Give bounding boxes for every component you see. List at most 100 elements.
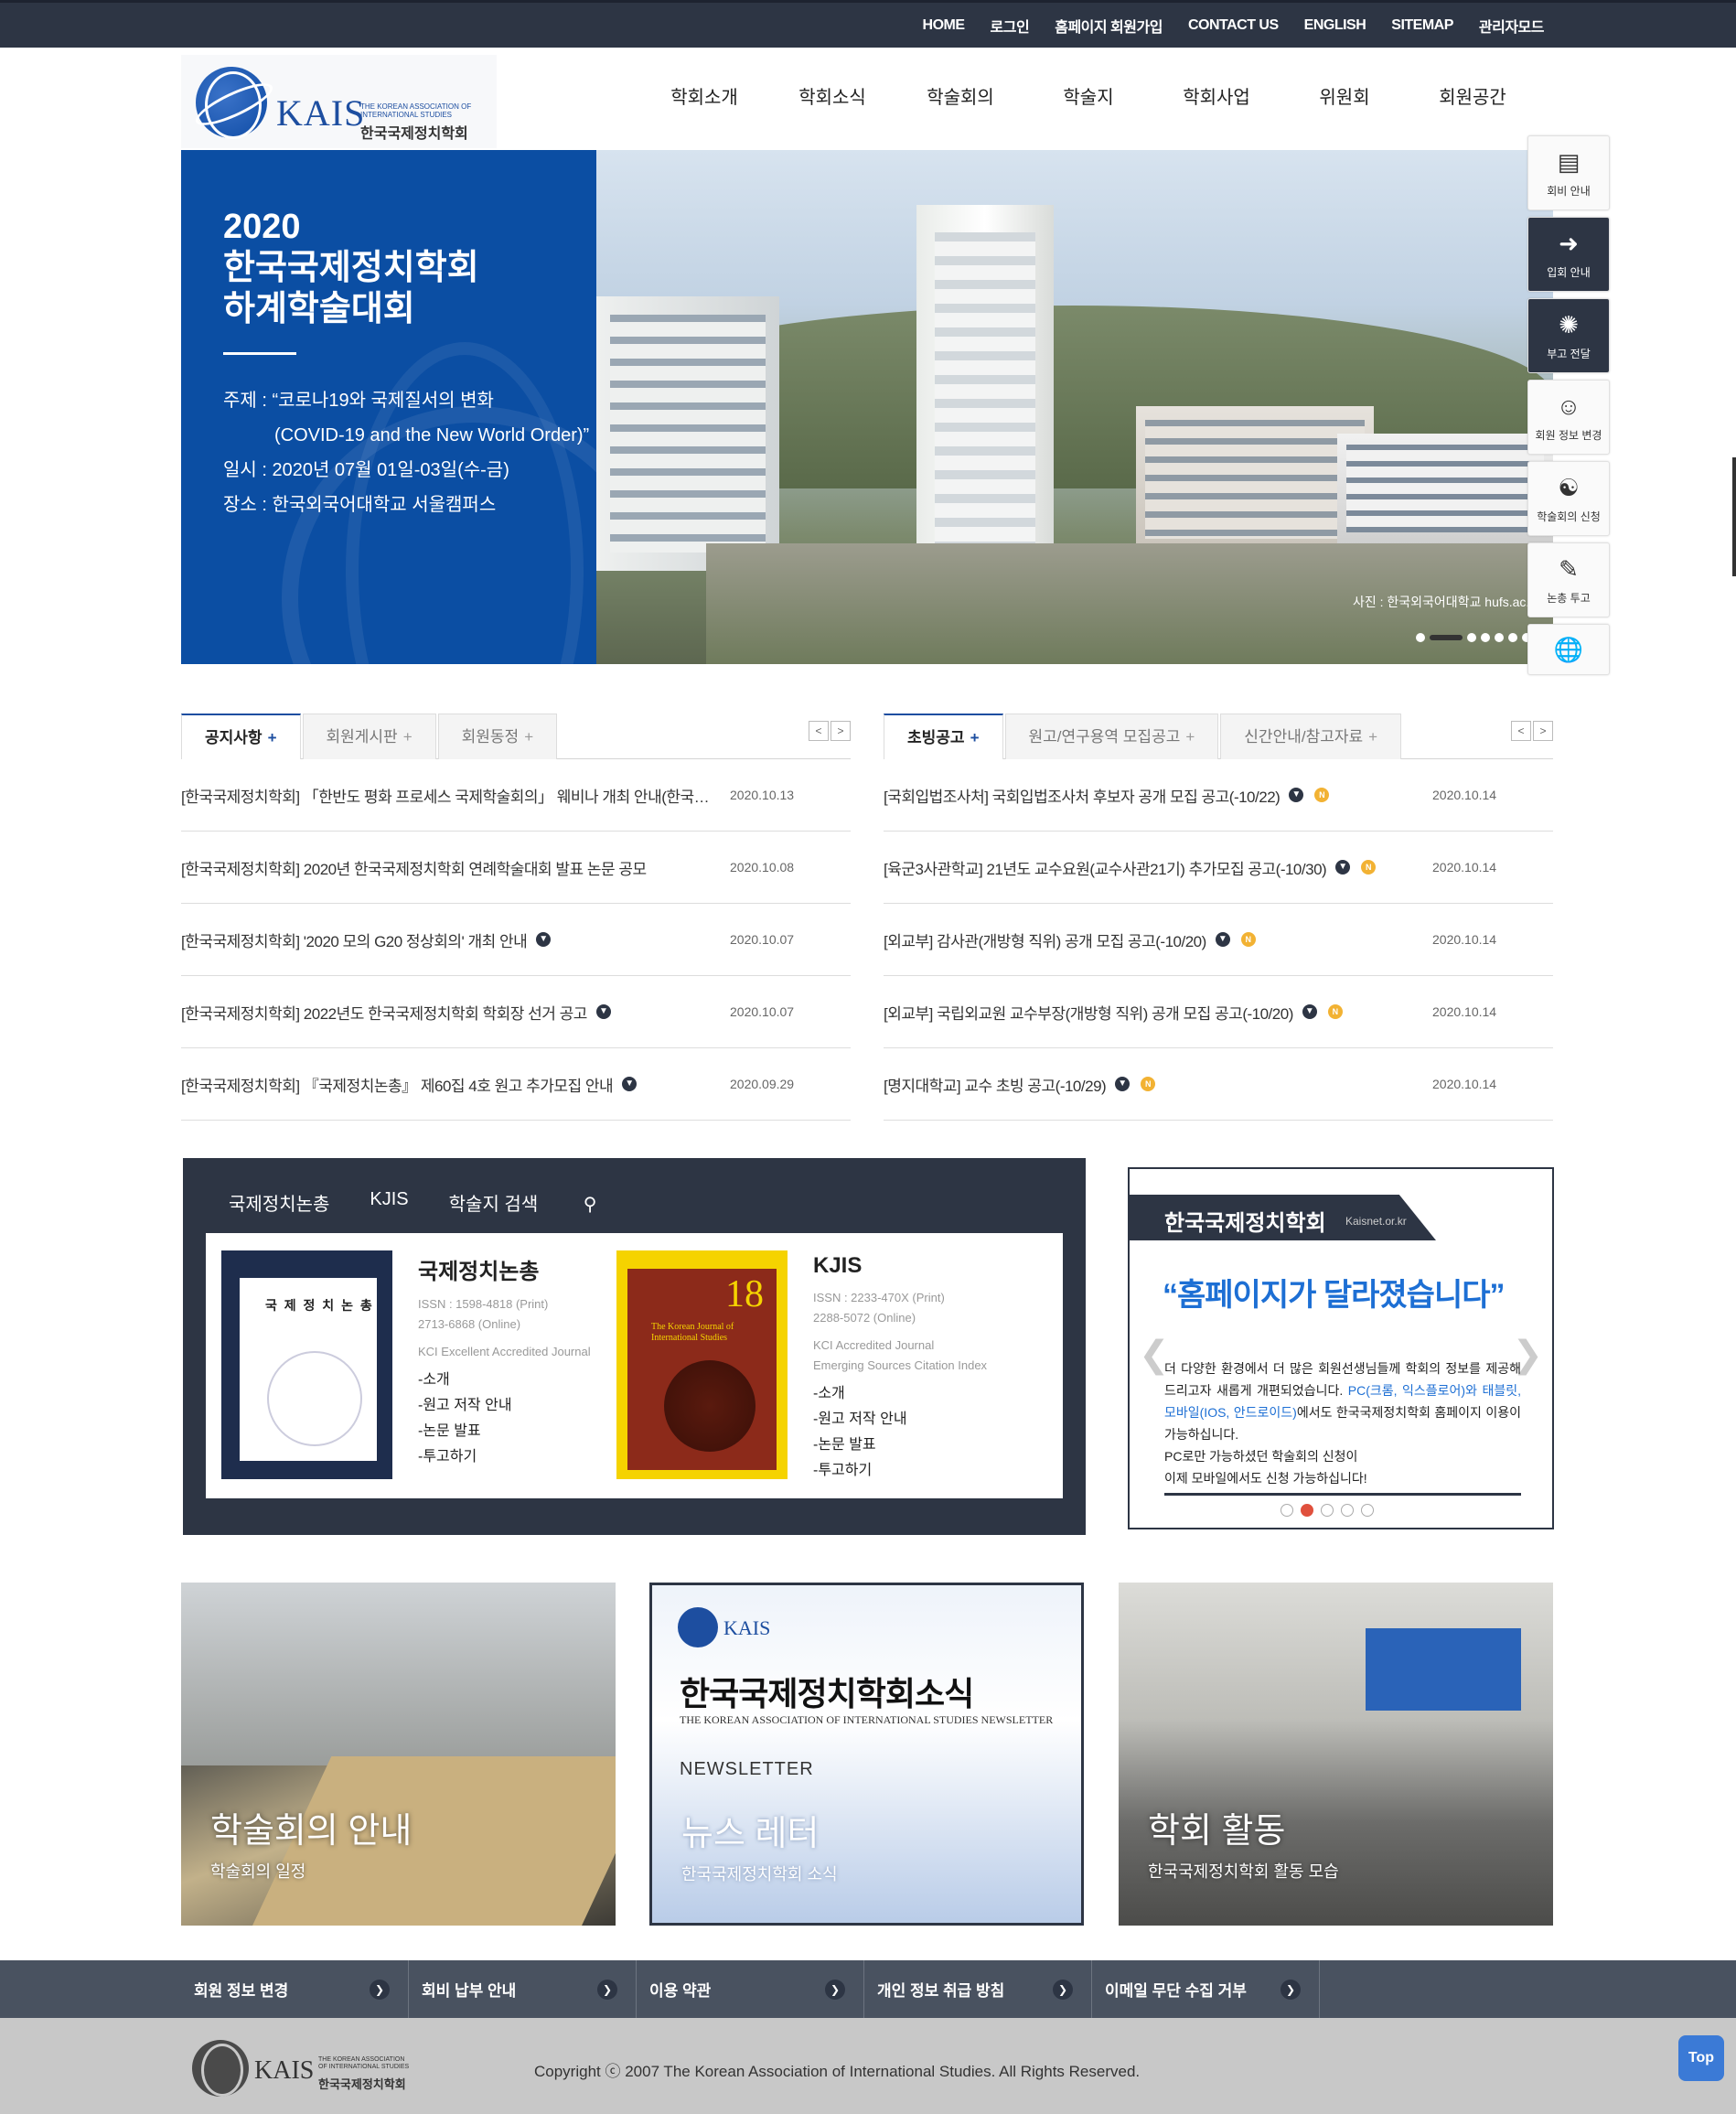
item-title: [한국국제정치학회] 「한반도 평화 프로세스 국제학술회의」 웨비나 개최 안… <box>181 788 721 806</box>
journal-link-intro[interactable]: -소개 <box>418 1368 591 1393</box>
nav-members[interactable]: 회원공간 <box>1409 82 1537 109</box>
prev-arrow-icon[interactable]: < <box>809 721 829 741</box>
quick-submit-button[interactable]: ✎ 논총 투고 <box>1527 542 1610 617</box>
tab-recruit[interactable]: 초빙공고 + <box>884 714 1003 759</box>
nav-about[interactable]: 학회소개 <box>640 82 768 109</box>
user-info-icon: ☺ <box>1556 392 1581 420</box>
tab-manuscript[interactable]: 원고/연구용역 모집공고 + <box>1004 714 1219 759</box>
nav-committee[interactable]: 위원회 <box>1281 82 1409 109</box>
download-icon[interactable]: ▼ <box>1335 860 1351 875</box>
tab-kjis-korean[interactable]: 국제정치논총 <box>229 1189 329 1216</box>
scrollbar-thumb[interactable] <box>1732 457 1736 576</box>
footer-link-fee[interactable]: 회비 납부 안내 ❯ <box>409 1960 637 2018</box>
list-item[interactable]: [한국국제정치학회] 「한반도 평화 프로세스 국제학술회의」 웨비나 개최 안… <box>181 759 851 832</box>
journal-info: KJIS ISSN : 2233-470X (Print) 2288-5072 … <box>813 1253 987 1484</box>
link-english[interactable]: ENGLISH <box>1304 17 1366 34</box>
pager-dot[interactable] <box>1361 1504 1374 1517</box>
slider-dot-active[interactable] <box>1430 635 1463 640</box>
journal-link-guide[interactable]: -원고 저작 안내 <box>418 1393 591 1419</box>
link-signup[interactable]: 홈페이지 회원가입 <box>1055 15 1163 37</box>
link-sitemap[interactable]: SITEMAP <box>1391 17 1453 34</box>
next-arrow-icon[interactable]: > <box>1533 721 1553 741</box>
new-badge-icon: N <box>1327 1004 1343 1019</box>
prev-arrow-icon[interactable]: < <box>1511 721 1531 741</box>
list-item[interactable]: [한국국제정치학회] 2022년도 한국국제정치학회 학회장 선거 공고 ▼ 202… <box>181 976 851 1048</box>
slider-dot[interactable] <box>1467 633 1476 642</box>
site-logo[interactable]: KAIS THE KOREAN ASSOCIATION OF INTERNATI… <box>181 55 497 148</box>
download-icon[interactable]: ▼ <box>1215 932 1230 947</box>
tab-board[interactable]: 회원게시판 + <box>302 714 436 759</box>
card-activities[interactable]: 학회 활동 한국국제정치학회 활동 모습 <box>1119 1583 1553 1926</box>
list-item[interactable]: [외교부] 국립외교원 교수부장(개방형 직위) 공개 모집 공고(-10/20… <box>884 976 1553 1048</box>
download-icon[interactable]: ▼ <box>595 1004 611 1019</box>
journal-issn-print: ISSN : 1598-4818 (Print) <box>418 1297 549 1311</box>
notice-list: [한국국제정치학회] 「한반도 평화 프로세스 국제학술회의」 웨비나 개최 안… <box>181 759 851 1121</box>
journal-cover-kjis[interactable]: 18 The Korean Journal of International S… <box>616 1250 788 1479</box>
list-item[interactable]: [육군3사관학교] 21년도 교수요원(교수사관21기) 추가모집 공고(-10… <box>884 832 1553 904</box>
quick-join-button[interactable]: ➜ 입회 안내 <box>1527 217 1610 292</box>
scroll-top-button[interactable]: Top <box>1678 2035 1724 2081</box>
card-newsletter[interactable]: KAIS 한국국제정치학회소식 THE KOREAN ASSOCIATION O… <box>649 1583 1084 1926</box>
quick-fee-button[interactable]: ▤ 회비 안내 <box>1527 135 1610 210</box>
download-icon[interactable]: ▼ <box>1302 1004 1317 1019</box>
pager-dot[interactable] <box>1341 1504 1354 1517</box>
notice-popup[interactable]: 한국국제정치학회 Kaisnet.or.kr ❮ ❯ “홈페이지가 달라졌습니다… <box>1128 1167 1554 1529</box>
item-title: [명지대학교] 교수 초빙 공고(-10/29) <box>884 1077 1107 1095</box>
quick-globe-button[interactable]: 🌐 <box>1527 624 1610 675</box>
footer-globe-icon <box>192 2040 249 2097</box>
hero-photo[interactable]: 사진 : 한국외국어대학교 hufs.ac.kr <box>596 150 1553 664</box>
pager-dot[interactable] <box>1321 1504 1334 1517</box>
footer-link-privacy[interactable]: 개인 정보 취급 방침 ❯ <box>864 1960 1092 2018</box>
list-item[interactable]: [한국국제정치학회] '2020 모의 G20 정상회의' 개최 안내 ▼ 2020… <box>181 904 851 976</box>
tab-kjis[interactable]: KJIS <box>370 1189 408 1216</box>
download-icon[interactable]: ▼ <box>1115 1077 1131 1091</box>
download-icon[interactable]: ▼ <box>1289 788 1304 802</box>
link-contact[interactable]: CONTACT US <box>1188 17 1279 34</box>
journal-cover-kjis-korean[interactable]: 국 제 정 치 논 총 <box>221 1250 392 1479</box>
quick-conference-button[interactable]: ☯ 학술회의 신청 <box>1527 461 1610 536</box>
download-icon[interactable]: ▼ <box>536 932 552 947</box>
link-home[interactable]: HOME <box>923 17 966 34</box>
list-item[interactable]: [한국국제정치학회] 2020년 한국국제정치학회 연례학술대회 발표 논문 공… <box>181 832 851 904</box>
quick-member-info-button[interactable]: ☺ 회원 정보 변경 <box>1527 380 1610 455</box>
journal-link-papers[interactable]: -논문 발표 <box>813 1433 987 1458</box>
nav-journal[interactable]: 학술지 <box>1024 82 1152 109</box>
journal-link-submit[interactable]: -투고하기 <box>418 1444 591 1470</box>
slider-dot[interactable] <box>1508 633 1517 642</box>
tab-journal-search[interactable]: 학술지 검색 ⚲ <box>449 1189 638 1216</box>
card-conference[interactable]: 학술회의 안내 학술회의 일정 <box>181 1583 616 1926</box>
globe-icon: 🌐 <box>1553 636 1584 663</box>
nav-conference[interactable]: 학술회의 <box>896 82 1024 109</box>
nav-news[interactable]: 학회소식 <box>768 82 896 109</box>
link-login[interactable]: 로그인 <box>991 15 1030 37</box>
chevron-right-icon: ❯ <box>370 1980 390 2000</box>
slider-dot[interactable] <box>1416 633 1425 642</box>
photo-caption: 사진 : 한국외국어대학교 hufs.ac.kr <box>1352 595 1540 609</box>
list-item[interactable]: [한국국제정치학회] 『국제정치논총』 제60집 4호 원고 추가모집 안내 ▼ 2… <box>181 1048 851 1121</box>
pager-dot[interactable] <box>1281 1504 1293 1517</box>
journal-link-guide[interactable]: -원고 저작 안내 <box>813 1407 987 1433</box>
tab-member-news[interactable]: 회원동정 + <box>437 714 558 759</box>
journal-link-intro[interactable]: -소개 <box>813 1381 987 1407</box>
tab-notice[interactable]: 공지사항 + <box>181 714 301 759</box>
journal-link-papers[interactable]: -논문 발표 <box>418 1419 591 1444</box>
quick-obituary-button[interactable]: ✺ 부고 전달 <box>1527 298 1610 373</box>
nav-projects[interactable]: 학회사업 <box>1152 82 1281 109</box>
item-date: 2020.10.07 <box>730 1004 795 1019</box>
footer-link-terms[interactable]: 이용 약관 ❯ <box>637 1960 864 2018</box>
footer-link-member-info[interactable]: 회원 정보 변경 ❯ <box>181 1960 409 2018</box>
slider-dot[interactable] <box>1481 633 1490 642</box>
list-item[interactable]: [국회입법조사처] 국회입법조사처 후보자 공개 모집 공고(-10/22) ▼ N… <box>884 759 1553 832</box>
footer-link-label: 이용 약관 <box>649 1982 712 2000</box>
list-item[interactable]: [명지대학교] 교수 초빙 공고(-10/29) ▼ N 2020.10.14 <box>884 1048 1553 1121</box>
tab-new-books[interactable]: 신간안내/참고자료 + <box>1220 714 1402 759</box>
next-arrow-icon[interactable]: > <box>830 721 851 741</box>
slider-dot[interactable] <box>1495 633 1504 642</box>
journal-link-submit[interactable]: -투고하기 <box>813 1458 987 1484</box>
link-admin[interactable]: 관리자모드 <box>1479 15 1545 37</box>
download-icon[interactable]: ▼ <box>622 1077 638 1091</box>
pager-dot-active[interactable] <box>1301 1504 1313 1517</box>
list-item[interactable]: [외교부] 감사관(개방형 직위) 공개 모집 공고(-10/20) ▼ N 2020… <box>884 904 1553 976</box>
footer-link-email[interactable]: 이메일 무단 수집 거부 ❯ <box>1092 1960 1320 2018</box>
hero-info-panel[interactable]: 2020 한국국제정치학회 하계학술대회 주제 : “코로나19와 국제질서의 … <box>181 150 596 664</box>
